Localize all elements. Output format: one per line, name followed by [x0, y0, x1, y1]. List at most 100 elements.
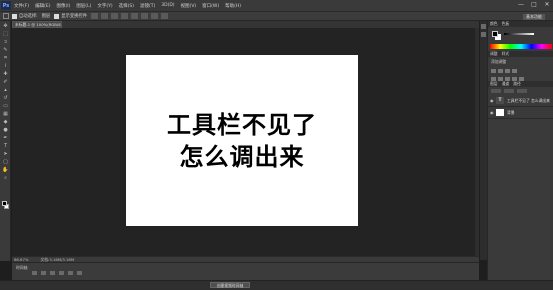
- opacity-field[interactable]: [504, 89, 514, 93]
- menu-image[interactable]: 图像(I): [56, 3, 70, 9]
- add-adjustment-label: 添加调整: [491, 59, 507, 64]
- menu-file[interactable]: 文件(F): [14, 3, 29, 9]
- move-tool-icon[interactable]: [3, 13, 9, 19]
- properties-panel-icon[interactable]: [481, 32, 486, 37]
- healing-brush-tool-icon[interactable]: ✚: [2, 70, 9, 77]
- adjustment-icons-row-1: [488, 67, 553, 75]
- hue-saturation-icon[interactable]: [498, 77, 503, 81]
- layer-name: 工具栏不见了 怎么调出来: [507, 97, 550, 103]
- timeline-panel: 时间轴: [12, 262, 479, 280]
- menu-filter[interactable]: 滤镜(T): [140, 3, 155, 9]
- align-middle-icon[interactable]: [101, 13, 109, 19]
- distribute-icon[interactable]: [151, 13, 159, 19]
- show-transform-label: 显示变换控件: [61, 14, 88, 19]
- auto-select-label: 自动选择:: [19, 14, 38, 19]
- color-balance-icon[interactable]: [505, 77, 510, 81]
- audio-icon[interactable]: [68, 271, 73, 275]
- visibility-eye-icon[interactable]: ◉: [490, 110, 494, 115]
- menu-layer[interactable]: 图层(L): [76, 3, 91, 9]
- history-panel-icon[interactable]: [481, 24, 486, 29]
- layer-controls: [488, 87, 553, 95]
- bottom-bar: [0, 280, 553, 290]
- align-right-icon[interactable]: [141, 13, 149, 19]
- zoom-tool-icon[interactable]: ⌕: [2, 174, 9, 181]
- panel-foreground-swatch[interactable]: [492, 31, 498, 37]
- first-frame-icon[interactable]: [32, 271, 37, 275]
- background-layer-thumbnail: [496, 109, 504, 116]
- 3d-mode-icon[interactable]: [161, 13, 169, 19]
- close-button[interactable]: ✕: [543, 1, 551, 9]
- levels-icon[interactable]: [498, 69, 503, 73]
- path-select-tool-icon[interactable]: ➤: [2, 150, 9, 157]
- menu-window[interactable]: 窗口(W): [202, 3, 219, 9]
- canvas-area[interactable]: 工具栏不见了 怎么调出来: [12, 28, 479, 256]
- pen-tool-icon[interactable]: ✒: [2, 134, 9, 141]
- tools-panel: ✥ ⬚ ↄ ✎ ⌗ ⅰ ✚ ✐ ▴ ↺ ▭ ▦ ◆ ● ✒ T ➤ ▢ ✋ ⌕: [0, 21, 11, 261]
- right-panels: 颜色 色板 调整 样式 添加调整 图层 通道 路径 ◉ T 工具栏不见了 怎么调…: [487, 21, 553, 280]
- menu-edit[interactable]: 编辑(E): [35, 3, 50, 9]
- eraser-tool-icon[interactable]: ▭: [2, 102, 9, 109]
- black-white-icon[interactable]: [512, 77, 517, 81]
- color-slider[interactable]: [504, 33, 534, 35]
- brightness-icon[interactable]: [491, 69, 496, 73]
- adjustment-icons-row-2: [488, 75, 553, 83]
- menu-help[interactable]: 帮助(H): [225, 3, 241, 9]
- color-spectrum[interactable]: [490, 44, 552, 49]
- layer-name: 背景: [507, 109, 515, 115]
- auto-select-checkbox[interactable]: [12, 13, 17, 19]
- menu-select[interactable]: 选择(S): [119, 3, 134, 9]
- prev-frame-icon[interactable]: [41, 271, 46, 275]
- lasso-tool-icon[interactable]: ↄ: [2, 38, 9, 45]
- dodge-tool-icon[interactable]: ●: [2, 126, 9, 133]
- workspace-select[interactable]: 基本功能: [523, 14, 545, 20]
- menu-3d[interactable]: 3D(D): [161, 3, 174, 8]
- settings-icon[interactable]: [77, 271, 82, 275]
- document-tab[interactable]: 未标题-1 @ 100%(RGB/8): [12, 21, 62, 28]
- foreground-color-swatch[interactable]: [2, 201, 7, 206]
- align-center-icon[interactable]: [131, 13, 139, 19]
- document-tab-strip: [12, 21, 479, 28]
- show-transform-checkbox[interactable]: [54, 13, 60, 19]
- menu-type[interactable]: 文字(Y): [97, 3, 112, 9]
- layer-row[interactable]: ◉ T 工具栏不见了 怎么调出来: [488, 95, 553, 107]
- photo-filter-icon[interactable]: [519, 77, 524, 81]
- maximize-button[interactable]: □: [530, 1, 538, 9]
- hand-tool-icon[interactable]: ✋: [2, 166, 9, 173]
- quick-select-tool-icon[interactable]: ✎: [2, 46, 9, 53]
- options-bar: 自动选择: 图层 显示变换控件 基本功能: [0, 11, 553, 21]
- text-layer-thumbnail: T: [496, 97, 504, 104]
- auto-select-dropdown[interactable]: 图层: [42, 13, 51, 19]
- align-bottom-icon[interactable]: [111, 13, 119, 19]
- blend-mode-select[interactable]: [491, 89, 501, 93]
- menu-view[interactable]: 视图(V): [181, 3, 197, 9]
- gradient-tool-icon[interactable]: ▦: [2, 110, 9, 117]
- brush-tool-icon[interactable]: ✐: [2, 78, 9, 85]
- marquee-tool-icon[interactable]: ⬚: [2, 30, 9, 37]
- clone-stamp-tool-icon[interactable]: ▴: [2, 86, 9, 93]
- exposure-icon[interactable]: [512, 69, 517, 73]
- canvas-text-line-2: 怎么调出来: [179, 142, 305, 171]
- type-tool-icon[interactable]: T: [2, 142, 9, 149]
- history-brush-tool-icon[interactable]: ↺: [2, 94, 9, 101]
- eyedropper-tool-icon[interactable]: ⅰ: [2, 62, 9, 69]
- timeline-tab[interactable]: 时间轴: [16, 265, 27, 271]
- document-canvas[interactable]: 工具栏不见了 怎么调出来: [126, 55, 358, 226]
- shape-tool-icon[interactable]: ▢: [2, 158, 9, 165]
- next-frame-icon[interactable]: [59, 271, 64, 275]
- canvas-text-line-1: 工具栏不见了: [167, 110, 317, 139]
- crop-tool-icon[interactable]: ⌗: [2, 54, 9, 61]
- play-icon[interactable]: [50, 271, 55, 275]
- align-left-icon[interactable]: [121, 13, 129, 19]
- layer-row[interactable]: ◉ 背景: [488, 107, 553, 119]
- visibility-eye-icon[interactable]: ◉: [490, 98, 494, 103]
- create-video-timeline-button[interactable]: 创建视频时间轴: [210, 282, 250, 288]
- align-top-icon[interactable]: [91, 13, 99, 19]
- color-panel: [488, 27, 553, 51]
- curves-icon[interactable]: [505, 69, 510, 73]
- timeline-controls: [32, 271, 82, 275]
- blur-tool-icon[interactable]: ◆: [2, 118, 9, 125]
- vibrance-icon[interactable]: [491, 77, 496, 81]
- minimize-button[interactable]: —: [517, 1, 525, 9]
- move-tool-icon[interactable]: ✥: [2, 22, 9, 29]
- fill-field[interactable]: [517, 89, 527, 93]
